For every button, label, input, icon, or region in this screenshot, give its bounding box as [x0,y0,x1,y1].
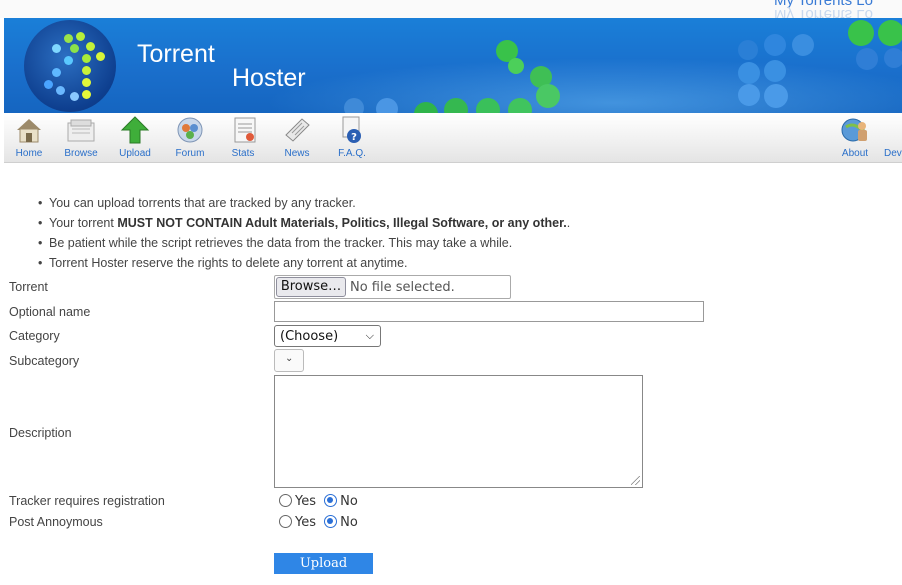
nav-about[interactable]: About [838,115,872,159]
upload-rules-list: You can upload torrents that are tracked… [38,193,570,273]
decor-bubble [848,20,874,46]
nav-label: F.A.Q. [338,148,366,159]
brand-title-line1: Torrent [137,40,215,68]
my-torrents-link-reflection: My Torrents Lo [774,6,873,18]
decor-bubble [884,48,902,68]
decor-bubble [344,98,364,113]
decor-bubble [738,84,760,106]
radio-checked-icon[interactable] [324,515,338,528]
browse-button[interactable]: Browse… [276,277,346,297]
nav-dev[interactable]: Dev [884,115,902,159]
description-textarea[interactable] [274,375,643,488]
post-anon-yes[interactable]: Yes [279,515,316,530]
torrent-label: Torrent [9,280,48,294]
main-nav-toolbar: Home Browse Upload Forum Stats News ? F.… [4,113,902,163]
nav-news[interactable]: News [282,115,312,159]
news-icon [285,118,310,142]
top-links-bar: My Torrents Lo My Torrents Lo [0,0,902,18]
brand-title-line2: Hoster [232,64,306,92]
file-status: No file selected. [350,280,455,295]
nav-label: Forum [175,148,205,159]
nav-browse[interactable]: Browse [62,115,100,159]
optional-name-input[interactable] [274,301,704,322]
home-icon [17,119,41,143]
upload-torrent-button[interactable]: Upload Torrent [274,553,373,585]
nav-faq[interactable]: ? F.A.Q. [336,115,368,159]
svg-text:?: ? [351,132,357,143]
category-select[interactable]: (Choose) ⌵ [274,325,381,347]
faq-icon: ? [342,116,361,143]
decor-bubble [376,98,398,113]
tracker-reg-yes[interactable]: Yes [279,494,316,509]
nav-stats[interactable]: Stats [230,115,256,159]
decor-bubble [738,40,758,60]
decor-bubble [508,58,524,74]
chevron-down-icon: ⌵ [365,329,374,342]
rule-warning: MUST NOT CONTAIN Adult Materials, Politi… [117,216,567,230]
radio-checked-icon[interactable] [324,494,338,507]
subcategory-select[interactable]: ⌄ [274,349,304,372]
decor-bubble [878,20,902,46]
nav-home[interactable]: Home [14,115,44,159]
subcategory-label: Subcategory [9,354,80,368]
rule-item: Your torrent MUST NOT CONTAIN Adult Mate… [38,213,570,233]
post-anon-no[interactable]: No [324,515,358,530]
post-anonymous-radios: Yes No [279,515,362,530]
nav-label: Upload [119,148,151,159]
tracker-reg-no[interactable]: No [324,494,358,509]
site-banner: Torrent Hoster [4,18,902,113]
nav-label: Stats [231,148,255,159]
decor-bubble [738,62,760,84]
radio-icon[interactable] [279,494,292,507]
site-logo[interactable] [24,20,116,112]
category-selected-value: (Choose) [280,329,339,344]
upload-icon [120,116,150,144]
description-label: Description [9,426,72,440]
decor-bubble [764,60,786,82]
nav-label: Browse [64,148,98,159]
about-icon [841,118,867,142]
nav-label: News [284,148,310,159]
decor-bubble [764,84,788,108]
decor-bubble [792,34,814,56]
torrent-file-input[interactable]: Browse… No file selected. [274,275,511,299]
nav-forum[interactable]: Forum [174,115,206,159]
stats-icon [234,117,256,143]
nav-label: Home [15,148,43,159]
decor-bubble [856,48,878,70]
forum-icon [177,117,203,143]
category-label: Category [9,329,60,343]
nav-label: Dev [884,148,902,159]
rule-item: Be patient while the script retrieves th… [38,233,570,253]
rule-item: Torrent Hoster reserve the rights to del… [38,253,570,273]
radio-icon[interactable] [279,515,292,528]
decor-bubble [536,84,560,108]
rule-item: You can upload torrents that are tracked… [38,193,570,213]
nav-label: About [841,148,869,159]
optional-name-label: Optional name [9,305,91,319]
browse-icon [67,119,95,142]
resize-grip-icon[interactable] [631,476,640,485]
dev-icon [884,115,902,145]
nav-upload[interactable]: Upload [118,115,152,159]
chevron-down-icon: ⌄ [285,353,294,364]
post-anonymous-label: Post Annoymous [9,515,103,529]
decor-bubble [764,34,786,56]
tracker-registration-radios: Yes No [279,494,362,509]
tracker-registration-label: Tracker requires registration [9,494,165,508]
